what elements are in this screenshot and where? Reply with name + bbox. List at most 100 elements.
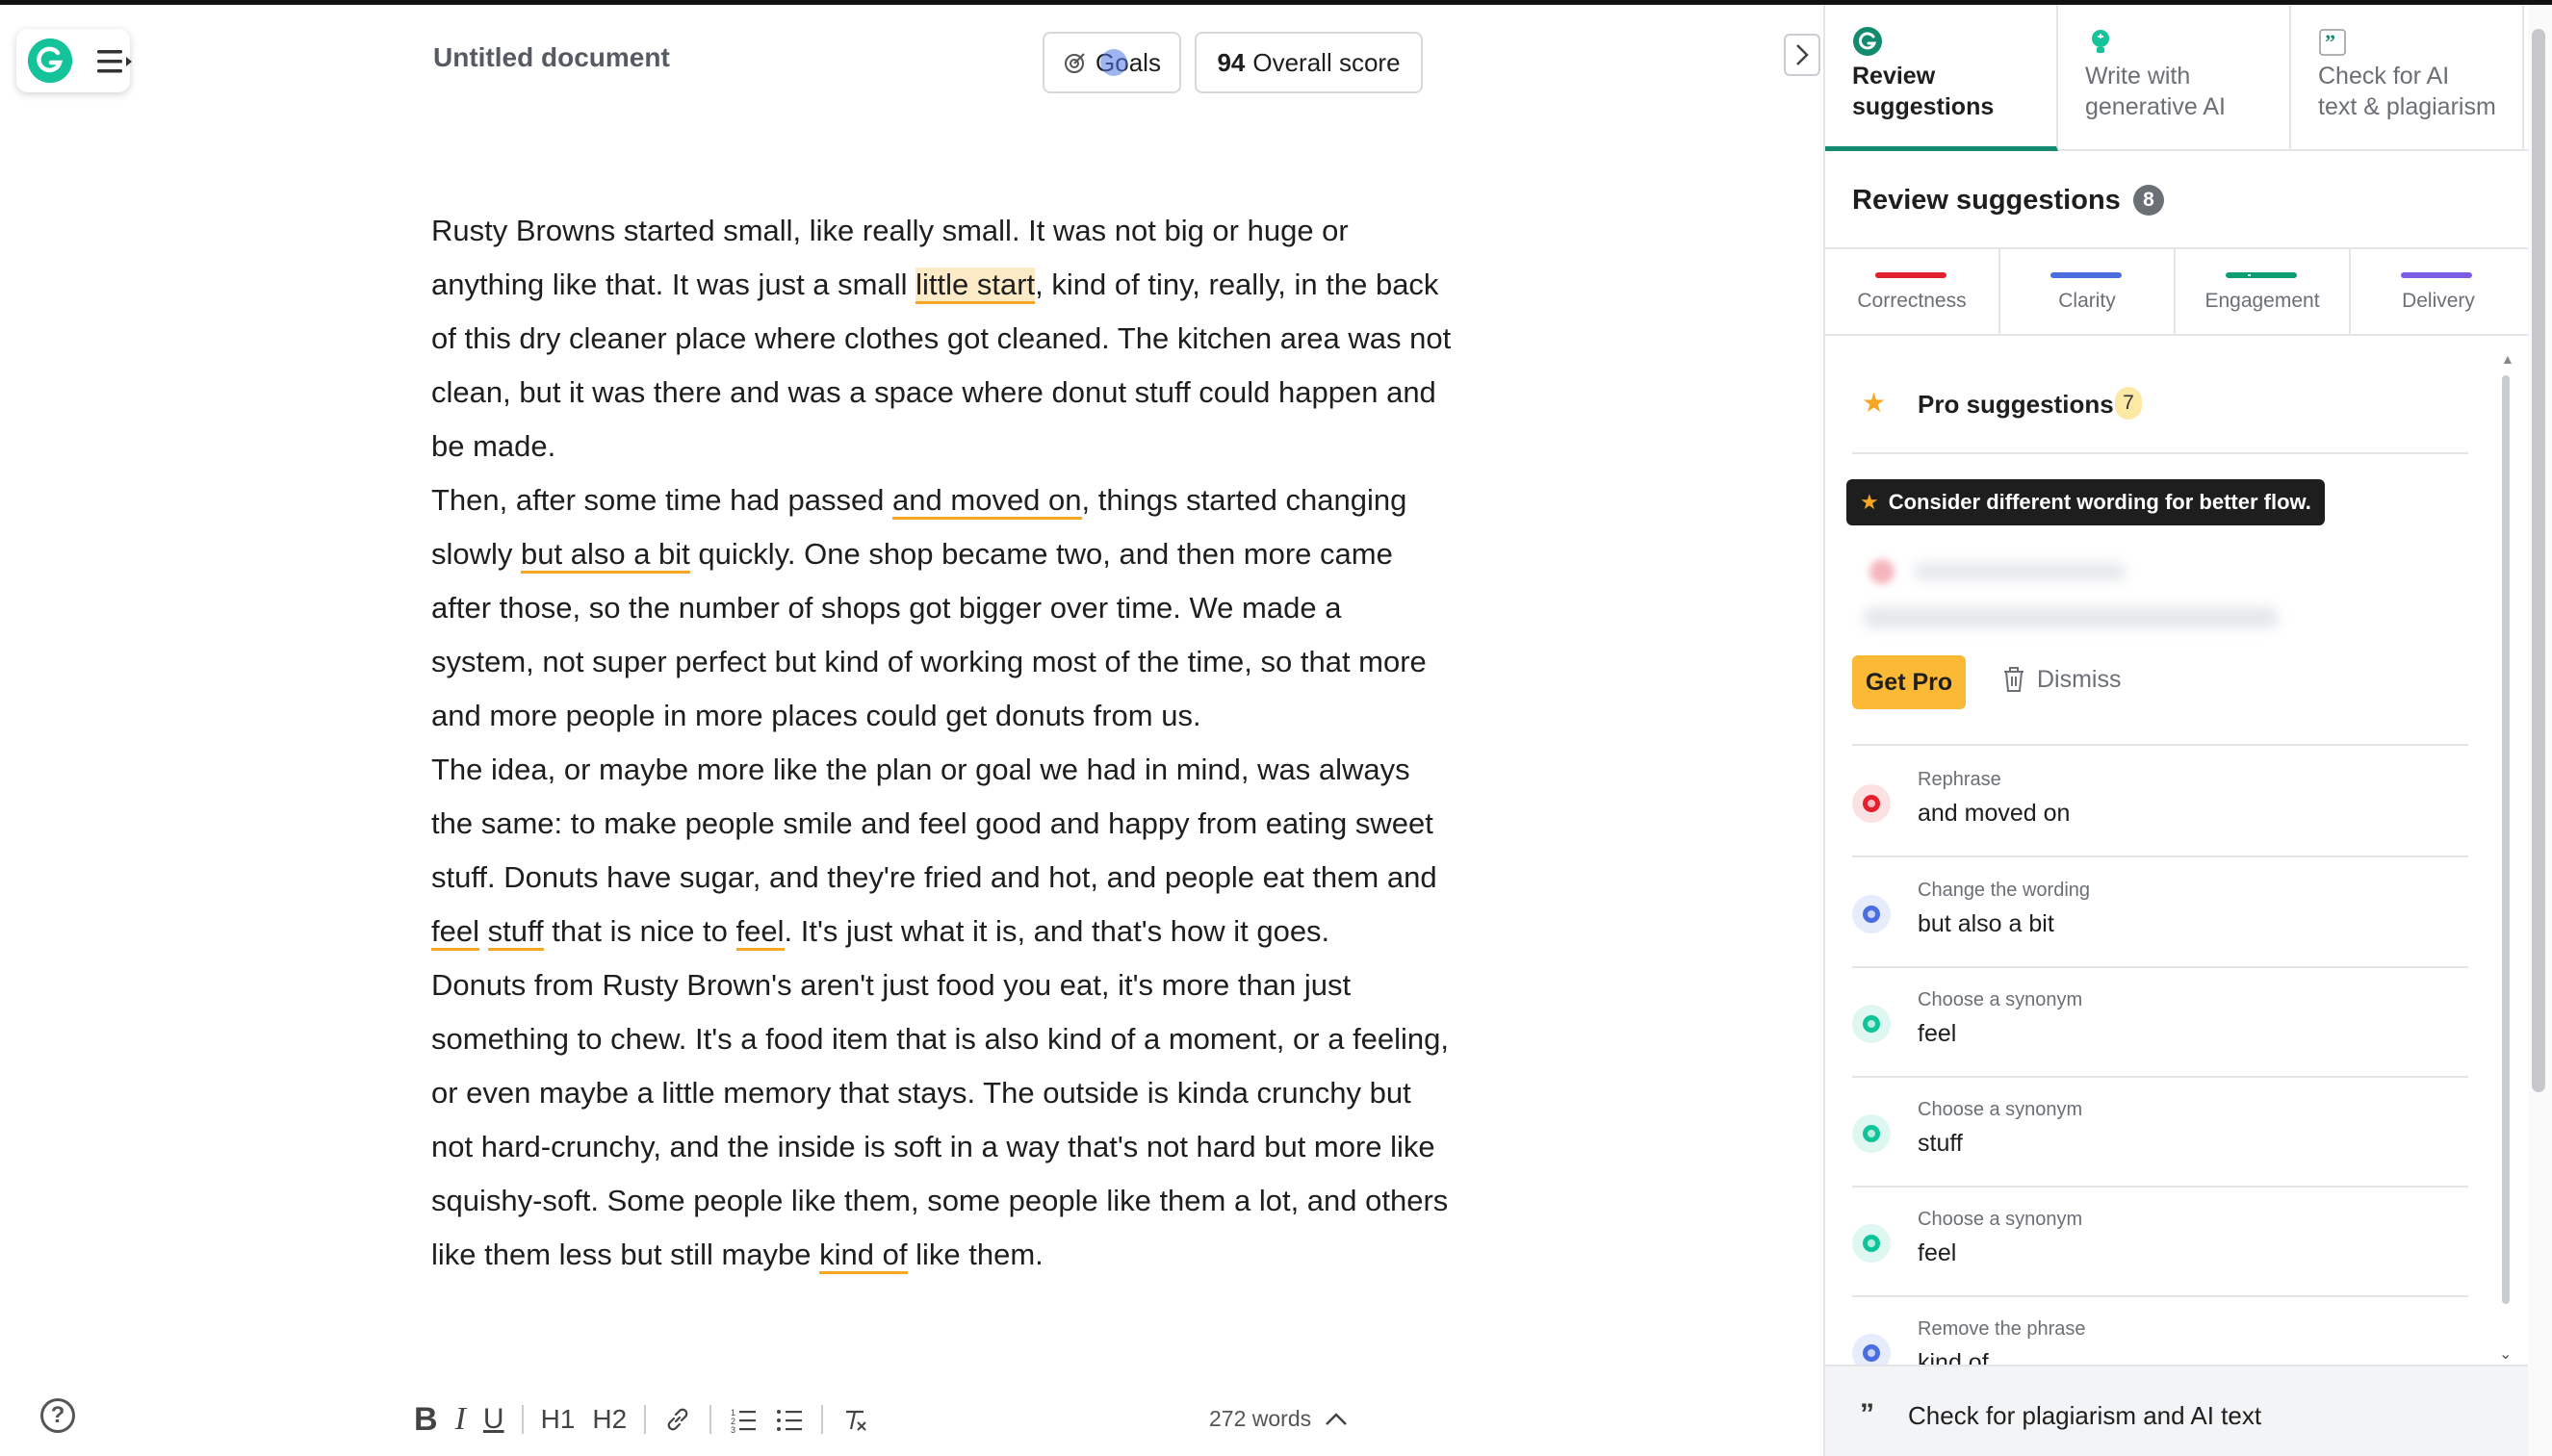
suggestion-card[interactable]: Rephrase and moved on	[1852, 748, 2468, 857]
review-suggestions-heading: Review suggestions	[1852, 185, 2121, 216]
highlighted-phrase[interactable]: feel	[735, 914, 785, 951]
hamburger-menu-icon	[97, 50, 132, 73]
pro-suggestions-row[interactable]: ★ Pro suggestions 7	[1852, 375, 2468, 454]
category-engagement[interactable]: Engagement	[2176, 249, 2351, 334]
engagement-icon	[1852, 1114, 1891, 1153]
dismiss-label: Dismiss	[2037, 665, 2122, 693]
overall-score-button[interactable]: 94 Overall score	[1195, 32, 1423, 93]
category-label: Clarity	[2058, 290, 2116, 312]
dismiss-button[interactable]: Dismiss	[2000, 665, 2122, 694]
document-body[interactable]: Rusty Browns started small, like really …	[431, 204, 1452, 1282]
suggestion-count-badge: 8	[2133, 185, 2164, 216]
tab-label-line1: Write with	[2085, 63, 2191, 89]
document-text: like them.	[907, 1238, 1044, 1271]
quote-icon: ”	[1860, 1398, 1874, 1430]
suggestion-card[interactable]: Choose a synonym feel	[1852, 968, 2468, 1078]
star-icon: ★	[1862, 388, 1887, 418]
lightbulb-icon	[2085, 26, 2289, 61]
pro-count-badge: 7	[2115, 387, 2142, 420]
tab-review-suggestions[interactable]: Review suggestions	[1825, 5, 2058, 151]
tab-label-line1: Check for AI	[2318, 63, 2450, 89]
scroll-up-icon[interactable]: ▲	[2501, 351, 2514, 367]
heading1-button[interactable]: H1	[541, 1398, 576, 1441]
word-count[interactable]: 272 words	[1209, 1406, 1311, 1432]
chevron-up-icon[interactable]	[1324, 1409, 1349, 1428]
sidebar-scrollbar-thumb[interactable]	[2502, 375, 2510, 1304]
document-text	[479, 914, 488, 948]
suggestion-phrase: feel	[1918, 1239, 1957, 1266]
italic-button[interactable]: I	[455, 1398, 466, 1441]
highlighted-phrase-active[interactable]: little start	[915, 268, 1036, 304]
category-correctness[interactable]: Correctness	[1825, 249, 2000, 334]
category-label: Correctness	[1857, 290, 1967, 312]
formatting-toolbar: B I U H1 H2 1 2 3	[414, 1395, 887, 1443]
underline-button[interactable]: U	[483, 1398, 504, 1441]
suggestion-card[interactable]: Remove the phrase kind of	[1852, 1297, 2468, 1365]
tab-label-line1: Review	[1852, 63, 1936, 89]
toolbar-divider	[644, 1405, 647, 1434]
suggestion-card[interactable]: Change the wording but also a bit	[1852, 858, 2468, 968]
suggestion-type: Change the wording	[1918, 880, 2091, 901]
document-paragraph[interactable]: Donuts from Rusty Brown's aren't just fo…	[431, 958, 1452, 1282]
engagement-icon	[1852, 1005, 1891, 1043]
category-filter-row: Correctness Clarity Engagement Delivery	[1825, 247, 2528, 336]
document-title[interactable]: Untitled document	[433, 42, 670, 73]
heading2-button[interactable]: H2	[592, 1398, 627, 1441]
correctness-bar	[1875, 272, 1946, 278]
toolbar-divider	[521, 1405, 524, 1434]
star-icon: ★	[1860, 490, 1879, 514]
scroll-down-icon[interactable]: ⌄	[2499, 1344, 2512, 1364]
blurred-suggestion-icon	[1869, 559, 1895, 584]
highlighted-phrase[interactable]: and moved on	[892, 483, 1082, 520]
delivery-bar	[2401, 272, 2472, 278]
suggestion-card[interactable]: Choose a synonym feel	[1852, 1188, 2468, 1297]
highlighted-phrase[interactable]: stuff	[487, 914, 544, 951]
clear-formatting-button[interactable]	[840, 1398, 869, 1441]
trash-icon	[2004, 667, 2024, 692]
bold-button[interactable]: B	[414, 1398, 438, 1441]
pro-suggestions-label: Pro suggestions	[1918, 390, 2114, 419]
app-menu-button[interactable]	[16, 29, 132, 92]
clarity-icon	[1852, 1334, 1891, 1365]
highlighted-phrase[interactable]: but also a bit	[521, 537, 690, 574]
quote-icon: ”	[2318, 26, 2522, 61]
blurred-suggestion-line	[1864, 607, 2278, 628]
document-paragraph[interactable]: The idea, or maybe more like the plan or…	[431, 743, 1452, 958]
link-button[interactable]	[663, 1398, 692, 1441]
bulleted-list-button[interactable]	[775, 1398, 804, 1441]
tab-label-line2: text & plagiarism	[2318, 93, 2496, 120]
document-text: . It's just what it is, and that's how i…	[784, 914, 1330, 948]
suggestion-phrase: but also a bit	[1918, 910, 2054, 937]
document-paragraph[interactable]: Then, after some time had passed and mov…	[431, 473, 1452, 743]
suggestion-card[interactable]: Choose a synonym stuff	[1852, 1078, 2468, 1188]
highlighted-phrase[interactable]: feel	[431, 914, 479, 951]
collapse-sidebar-button[interactable]	[1784, 34, 1820, 76]
numbered-list-icon: 1 2 3	[731, 1408, 757, 1434]
document-paragraph[interactable]: Rusty Browns started small, like really …	[431, 204, 1452, 473]
document-text: The idea, or maybe more like the plan or…	[431, 753, 1437, 894]
category-delivery[interactable]: Delivery	[2351, 249, 2526, 334]
tab-write-with-ai[interactable]: Write with generative AI	[2058, 5, 2291, 151]
document-text: Donuts from Rusty Brown's aren't just fo…	[431, 968, 1450, 1271]
suggestion-type: Remove the phrase	[1918, 1318, 2086, 1340]
help-icon: ?	[50, 1402, 65, 1428]
goals-button[interactable]: Goals	[1043, 32, 1181, 93]
window-scrollbar-thumb[interactable]	[2532, 29, 2545, 1092]
engagement-icon	[1852, 1224, 1891, 1263]
tab-check-ai-plagiarism[interactable]: ” Check for AI text & plagiarism	[2291, 5, 2524, 151]
toolbar-divider	[709, 1405, 712, 1434]
score-value: 94	[1217, 47, 1246, 77]
engagement-bar	[2226, 272, 2297, 278]
numbered-list-button[interactable]: 1 2 3	[729, 1398, 758, 1441]
bulleted-list-icon	[777, 1410, 803, 1431]
plagiarism-check-bar[interactable]: ” Check for plagiarism and AI text	[1825, 1365, 2528, 1456]
grammarly-logo-icon	[28, 38, 72, 83]
help-button[interactable]: ?	[40, 1398, 75, 1433]
category-label: Engagement	[2204, 290, 2320, 312]
tab-label-line2: suggestions	[1852, 93, 1995, 120]
highlighted-phrase[interactable]: kind of	[819, 1238, 908, 1274]
category-clarity[interactable]: Clarity	[2000, 249, 2176, 334]
category-label: Delivery	[2402, 290, 2475, 312]
get-pro-button[interactable]: Get Pro	[1852, 655, 1966, 709]
suggestion-phrase: kind of	[1918, 1349, 1989, 1365]
